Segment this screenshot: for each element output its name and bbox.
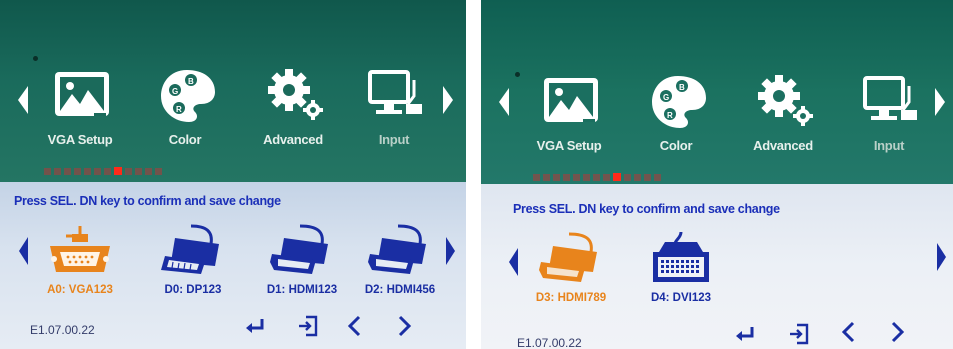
menu-next-arrow[interactable]: [935, 88, 945, 116]
svg-text:R: R: [667, 111, 673, 120]
hint-text: Press SEL. DN key to confirm and save ch…: [14, 194, 281, 208]
enter-icon: [246, 319, 264, 333]
gear-icon: [268, 69, 323, 120]
image-icon: [544, 78, 598, 122]
ports-next-arrow[interactable]: [937, 243, 946, 271]
chevron-left-icon: [841, 321, 855, 343]
firmware-version: E1.07.00.22: [517, 336, 582, 349]
ports-prev-arrow[interactable]: [509, 248, 518, 276]
port-dvi-d4[interactable]: D4: DVI123: [631, 230, 731, 310]
enter-key[interactable]: [243, 314, 267, 338]
port-hdmi-d3[interactable]: D3: HDMI789: [521, 230, 621, 310]
enter-icon: [736, 327, 754, 341]
port-label: A0: VGA123: [47, 284, 113, 296]
enter-key[interactable]: [733, 322, 757, 346]
gear-icon: [758, 75, 813, 126]
menu-label-vga-setup: VGA Setup: [536, 138, 602, 153]
osd-menu-bar: VGA Setup G B R Color Advanced Input: [481, 0, 953, 184]
menu-label-input: Input: [873, 138, 905, 153]
osd-menu-bar: VGA Setup G B R Color Advanced Input: [0, 0, 466, 182]
palette-icon: G B R: [652, 76, 706, 128]
menu-label-color: Color: [659, 138, 693, 153]
exit-key[interactable]: [296, 314, 320, 338]
port-hdmi-d1[interactable]: D1: HDMI123: [252, 222, 352, 302]
palette-icon: G B R: [161, 70, 215, 122]
monitor-input-icon: [368, 70, 422, 114]
left-key[interactable]: [837, 320, 861, 344]
chevron-right-icon: [398, 315, 412, 337]
menu-item-input[interactable]: Input: [849, 72, 929, 158]
menu-item-advanced[interactable]: Advanced: [743, 72, 823, 158]
port-dp-d0[interactable]: D0: DP123: [143, 222, 243, 302]
chevron-left-icon: [347, 315, 361, 337]
port-hdmi-d2[interactable]: D2: HDMI456: [350, 222, 450, 302]
dvi-connector-icon: [653, 231, 709, 282]
right-key[interactable]: [885, 320, 909, 344]
exit-key[interactable]: [787, 322, 811, 346]
indicator-dot: [33, 56, 38, 61]
monitor-input-icon: [863, 76, 917, 120]
svg-text:R: R: [176, 105, 182, 114]
displayport-connector-icon: [161, 224, 219, 274]
menu-prev-arrow[interactable]: [18, 86, 28, 114]
menu-item-input[interactable]: Input: [354, 66, 434, 152]
port-label: D3: HDMI789: [535, 292, 607, 304]
hdmi-connector-icon: [270, 224, 328, 274]
hint-text: Press SEL. DN key to confirm and save ch…: [513, 202, 780, 216]
svg-text:B: B: [188, 77, 194, 86]
svg-text:G: G: [172, 87, 178, 96]
menu-item-vga-setup[interactable]: VGA Setup: [40, 66, 120, 152]
menu-label-advanced: Advanced: [753, 138, 813, 153]
ports-prev-arrow[interactable]: [19, 237, 28, 265]
menu-item-color[interactable]: G B R Color: [636, 72, 716, 158]
menu-item-advanced[interactable]: Advanced: [253, 66, 333, 152]
exit-icon: [790, 323, 809, 345]
menu-next-arrow[interactable]: [443, 86, 453, 114]
menu-label-advanced: Advanced: [263, 132, 323, 147]
hdmi-connector-icon: [368, 224, 426, 274]
svg-text:B: B: [679, 83, 685, 92]
port-label: D2: HDMI456: [364, 284, 436, 296]
right-key[interactable]: [392, 314, 416, 338]
osd-screen-right: VGA Setup G B R Color Advanced Input Pre…: [481, 0, 953, 349]
menu-item-color[interactable]: G B R Color: [145, 66, 225, 152]
image-icon: [55, 72, 109, 116]
page-indicator: [44, 162, 165, 175]
osd-screen-left: VGA Setup G B R Color Advanced Input Pre…: [0, 0, 466, 349]
left-key[interactable]: [343, 314, 367, 338]
menu-label-color: Color: [168, 132, 202, 147]
menu-item-vga-setup[interactable]: VGA Setup: [529, 72, 609, 158]
svg-text:G: G: [663, 93, 669, 102]
menu-label-vga-setup: VGA Setup: [47, 132, 113, 147]
port-label: D4: DVI123: [650, 292, 712, 304]
page-indicator: [533, 168, 664, 181]
menu-label-input: Input: [378, 132, 410, 147]
exit-icon: [299, 315, 318, 337]
firmware-version: E1.07.00.22: [30, 323, 95, 337]
vga-connector-icon: [50, 226, 110, 272]
hdmi-connector-icon: [539, 232, 597, 282]
menu-prev-arrow[interactable]: [499, 88, 509, 116]
chevron-right-icon: [891, 321, 905, 343]
port-vga-a0[interactable]: A0: VGA123: [30, 222, 130, 302]
indicator-dot: [515, 72, 520, 77]
port-label: D0: DP123: [164, 284, 222, 296]
